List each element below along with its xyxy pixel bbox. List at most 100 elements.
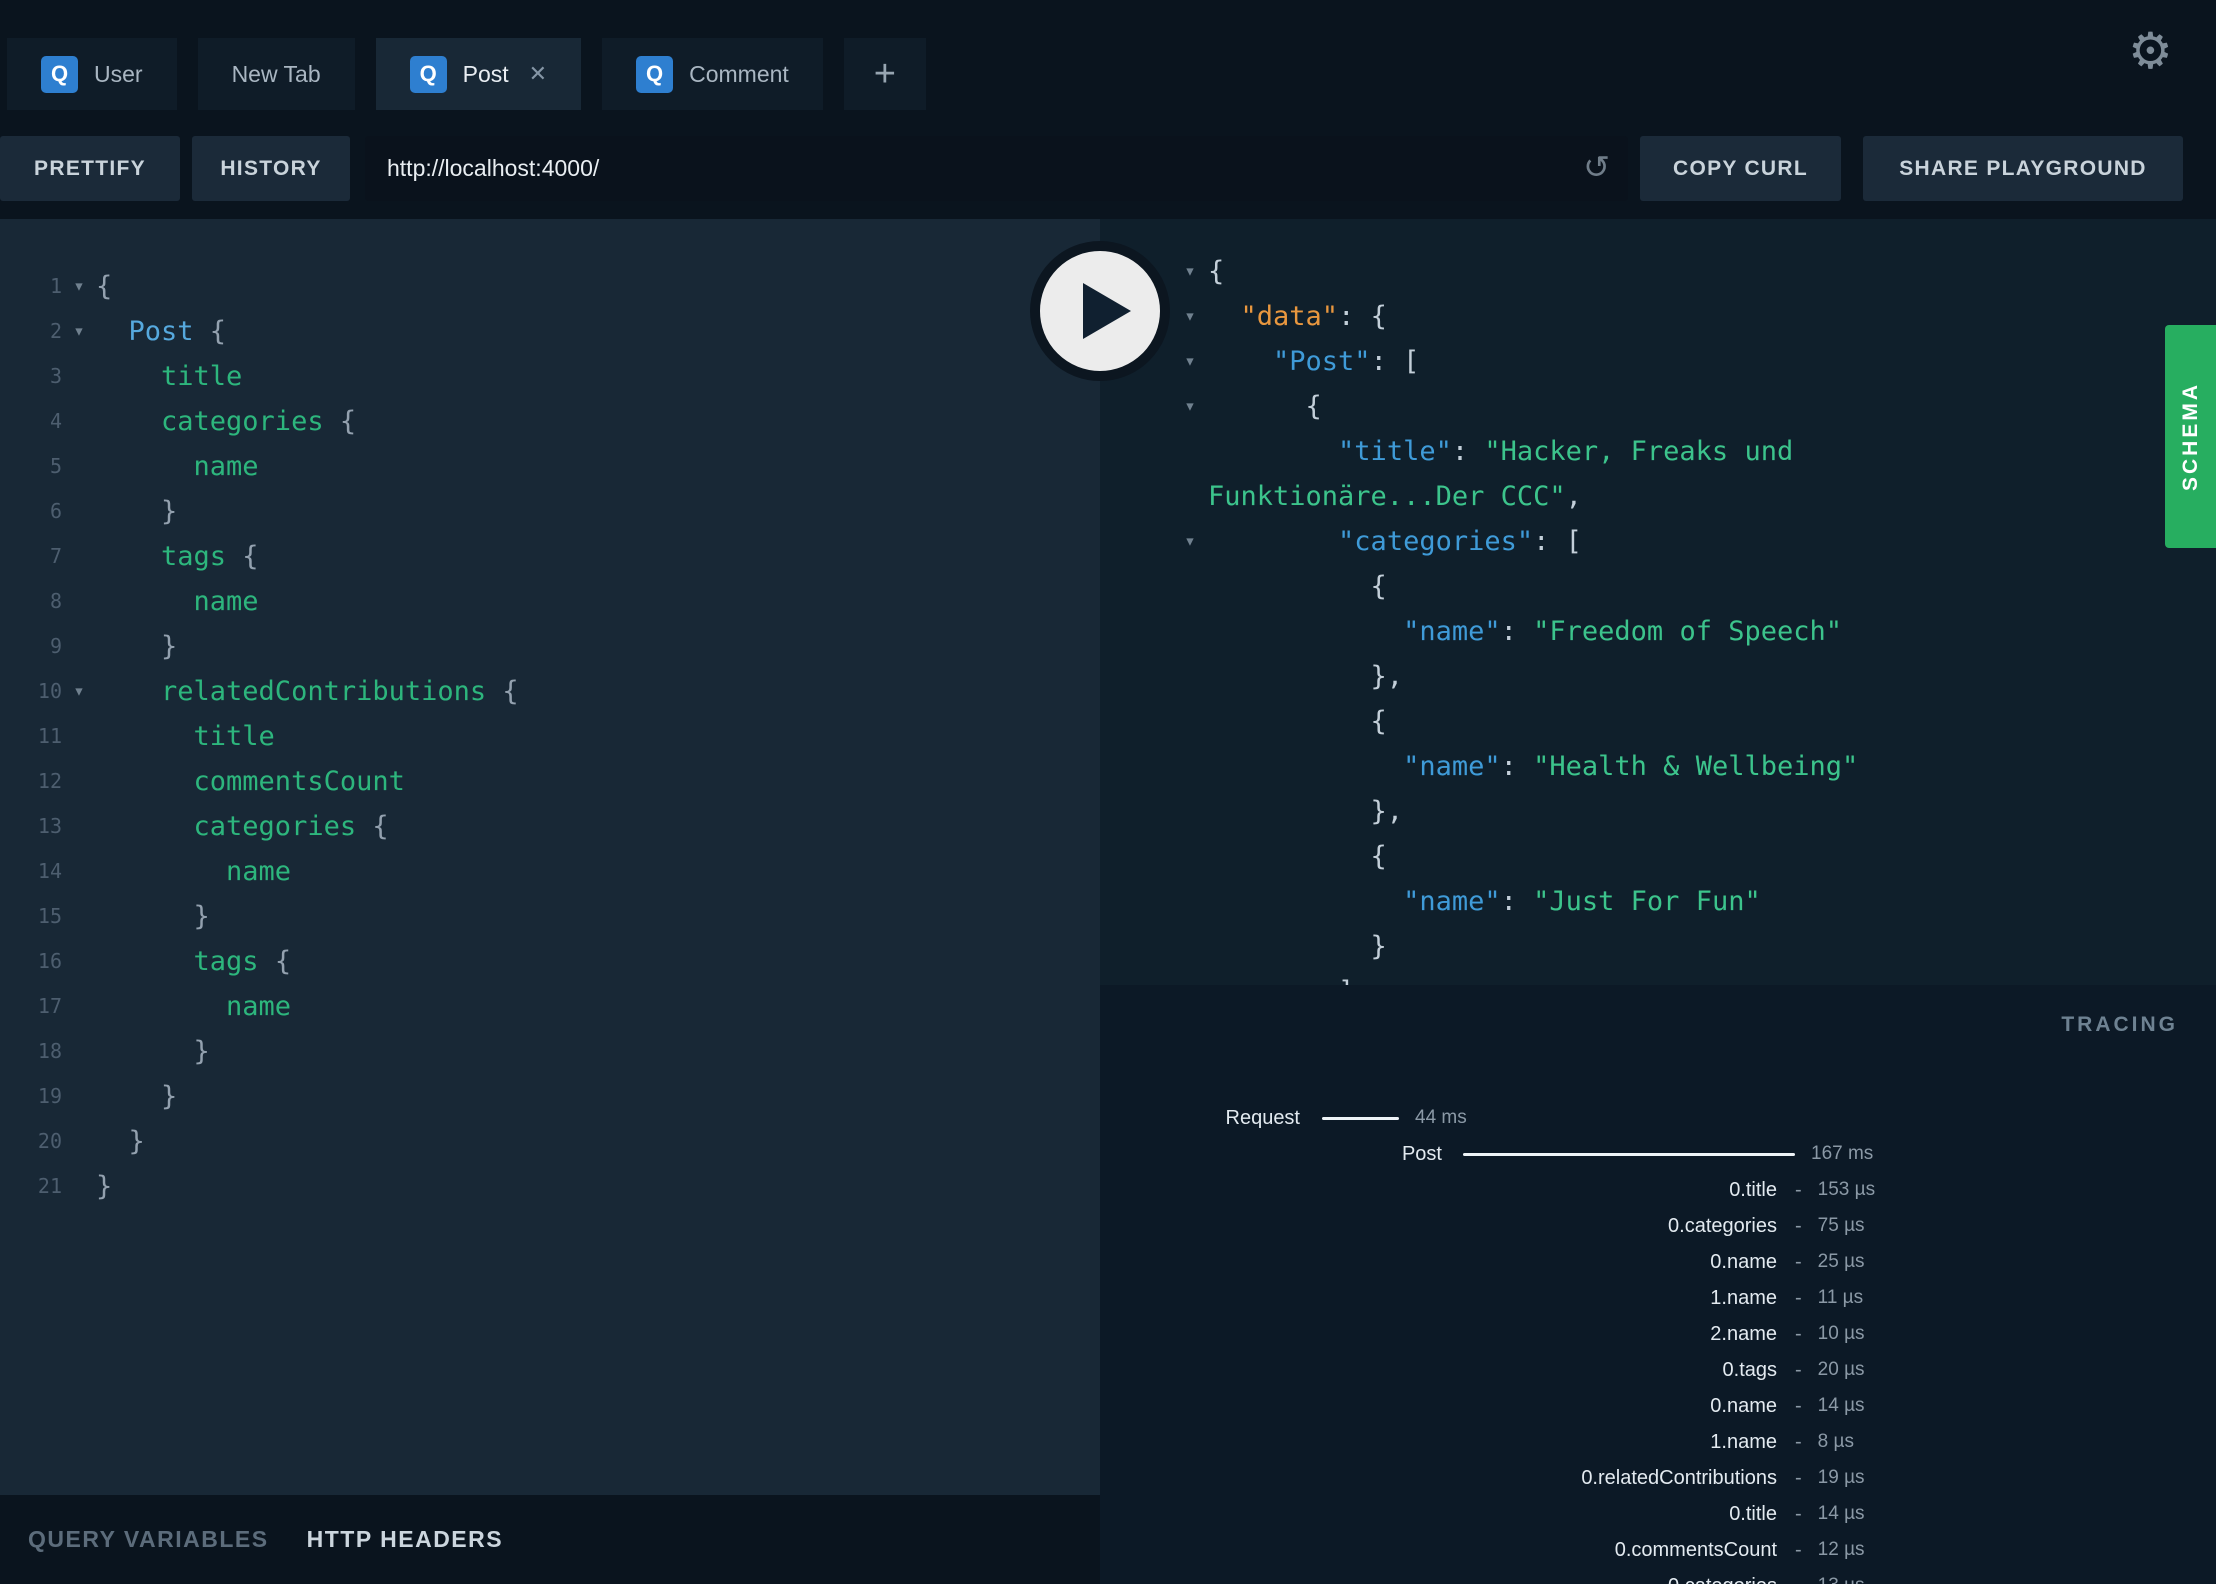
code-text: "name": "Freedom of Speech" xyxy=(1403,616,1842,647)
tracing-time: 75 µs xyxy=(1817,1215,1865,1236)
tracing-rows: Request 44 ms Post 167 ms 0.title -153 µs 0.ca… xyxy=(1100,1100,2216,1584)
tracing-panel[interactable]: TRACING Request 44 ms Post 167 ms 0.title -15… xyxy=(1100,985,2216,1584)
tracing-time: 25 µs xyxy=(1817,1251,1865,1272)
code-text: title xyxy=(96,721,275,752)
line-number: 15 xyxy=(37,904,62,928)
fold-arrow-icon[interactable]: ▾ xyxy=(62,669,96,714)
tab-comment[interactable]: Q Comment xyxy=(602,38,823,110)
code-text: "categories": [ xyxy=(1338,526,1582,557)
tab-bar: Q User New Tab Q Post ✕ Q Comment + xyxy=(7,38,926,110)
tab-post[interactable]: Q Post ✕ xyxy=(375,38,582,110)
line-number: 8 xyxy=(49,589,62,613)
code-text: commentsCount xyxy=(96,766,405,797)
code-text: name xyxy=(96,991,292,1022)
code-text: { xyxy=(1208,391,1322,422)
query-editor[interactable]: 1 ▾{2 ▾ Post {3 title 4 categories {5 name 6… xyxy=(0,219,1100,1495)
tracing-time: 10 µs xyxy=(1817,1323,1865,1344)
playground-logo-icon: Q xyxy=(41,55,78,93)
tab-close-icon[interactable]: ✕ xyxy=(529,61,547,87)
tab-user[interactable]: Q User xyxy=(7,38,177,110)
code-text: } xyxy=(96,631,178,662)
execute-query-button[interactable] xyxy=(1030,241,1170,381)
tracing-label: 0.relatedContributions xyxy=(1581,1466,1777,1489)
tracing-row: 1.name -11 µs xyxy=(1100,1280,2216,1316)
tracing-title: TRACING xyxy=(2061,1013,2178,1036)
line-number: 7 xyxy=(49,544,62,568)
tracing-row: 0.name -14 µs xyxy=(1100,1388,2216,1424)
fold-arrow-icon[interactable]: ▾ xyxy=(1172,384,1208,429)
tracing-label: 0.name xyxy=(1710,1250,1777,1273)
tracing-dash: - xyxy=(1795,1178,1802,1201)
tracing-row: 0.commentsCount -12 µs xyxy=(1100,1532,2216,1568)
tracing-row: 0.title -14 µs xyxy=(1100,1496,2216,1532)
history-button[interactable]: HISTORY xyxy=(192,136,350,201)
reload-icon[interactable]: ↺ xyxy=(1583,148,1610,186)
query-line: 10 ▾ relatedContributions { xyxy=(0,669,1100,714)
response-line: ▾ "data": { xyxy=(1100,294,2216,339)
tracing-label: 2.name xyxy=(1710,1322,1777,1345)
new-tab-button[interactable]: + xyxy=(843,38,926,110)
tracing-row: 2.name -10 µs xyxy=(1100,1316,2216,1352)
query-line: 12 commentsCount xyxy=(0,759,1100,804)
line-number: 12 xyxy=(37,769,62,793)
fold-arrow-icon[interactable]: ▾ xyxy=(62,264,96,309)
fold-arrow-icon[interactable]: ▾ xyxy=(62,309,96,354)
code-text: name xyxy=(96,451,259,482)
query-line: 21} xyxy=(0,1164,1100,1209)
query-line: 8 name xyxy=(0,579,1100,624)
settings-gear-icon[interactable]: ⚙ xyxy=(2128,26,2173,76)
query-line: 1 ▾{ xyxy=(0,264,1100,309)
tracing-dash: - xyxy=(1795,1575,1802,1584)
query-variables-tab[interactable]: QUERY VARIABLES xyxy=(28,1526,269,1553)
tracing-time: 13 µs xyxy=(1818,1575,1865,1584)
fold-arrow-icon[interactable]: ▾ xyxy=(1172,294,1208,339)
fold-arrow-icon[interactable]: ▾ xyxy=(1172,339,1208,384)
response-line: "name": "Just For Fun" xyxy=(1100,879,2216,924)
tracing-dash: - xyxy=(1795,1322,1802,1345)
fold-arrow-icon[interactable]: ▾ xyxy=(1172,249,1208,294)
code-text: categories { xyxy=(96,406,357,437)
tracing-dash: - xyxy=(1795,1538,1802,1561)
endpoint-url-input[interactable] xyxy=(365,154,1569,183)
prettify-button[interactable]: PRETTIFY xyxy=(0,136,180,201)
response-line: "title": "Hacker, Freaks und xyxy=(1100,429,2216,474)
schema-side-tab[interactable]: SCHEMA xyxy=(2165,325,2216,548)
line-number: 11 xyxy=(37,724,62,748)
code-text: ] xyxy=(1208,969,1354,985)
response-viewer[interactable]: ▾{▾ "data": {▾ "Post": [▾ { "title": "Ha… xyxy=(1100,219,2216,985)
query-line: 15 } xyxy=(0,894,1100,939)
tab-new-tab[interactable]: New Tab xyxy=(197,38,355,110)
fold-arrow-icon[interactable]: ▾ xyxy=(1172,519,1208,564)
code-text: tags { xyxy=(96,541,259,572)
line-number: 17 xyxy=(37,994,62,1018)
code-text: } xyxy=(1208,931,1387,962)
line-number: 2 xyxy=(49,319,62,343)
http-headers-tab[interactable]: HTTP HEADERS xyxy=(307,1526,504,1553)
tab-label: User xyxy=(94,60,143,87)
share-playground-button[interactable]: SHARE PLAYGROUND xyxy=(1863,136,2183,201)
playground-logo-icon: Q xyxy=(636,55,674,93)
line-number: 18 xyxy=(37,1039,62,1063)
tracing-label: Request xyxy=(1225,1106,1301,1129)
tracing-label: 0.commentsCount xyxy=(1614,1538,1777,1561)
tracing-dash: - xyxy=(1795,1214,1802,1237)
line-number: 4 xyxy=(49,409,62,433)
tracing-row: 0.relatedContributions -19 µs xyxy=(1100,1460,2216,1496)
query-line: 17 name xyxy=(0,984,1100,1029)
tracing-time: 12 µs xyxy=(1817,1539,1865,1560)
query-line: 20 } xyxy=(0,1119,1100,1164)
copy-curl-button[interactable]: COPY CURL xyxy=(1640,136,1841,201)
